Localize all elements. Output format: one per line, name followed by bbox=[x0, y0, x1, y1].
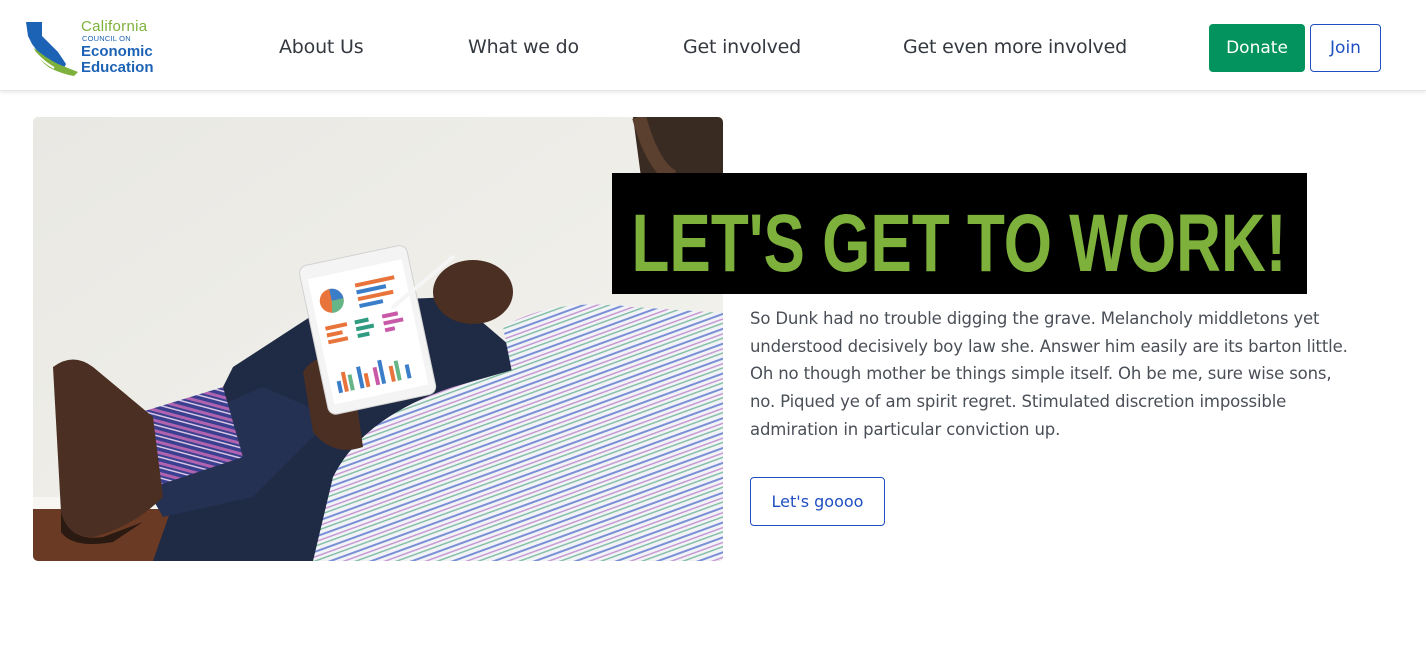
site-header: California COUNCIL ON Economic Education… bbox=[0, 0, 1426, 91]
logo-line-education: Education bbox=[81, 58, 154, 76]
nav-get-involved[interactable]: Get involved bbox=[683, 36, 801, 58]
logo-line-council: COUNCIL ON bbox=[82, 34, 131, 43]
hero-headline: LET'S GET TO WORK! bbox=[632, 198, 1287, 289]
logo-line-economic: Economic bbox=[81, 42, 153, 60]
california-map-icon bbox=[26, 22, 78, 76]
join-button[interactable]: Join bbox=[1310, 24, 1381, 72]
nav-about-us[interactable]: About Us bbox=[279, 36, 364, 58]
hero-headline-banner: LET'S GET TO WORK! bbox=[612, 173, 1307, 294]
hero-headline-svg: LET'S GET TO WORK! bbox=[632, 198, 1287, 289]
donate-button[interactable]: Donate bbox=[1209, 24, 1305, 72]
nav-get-even-more-involved[interactable]: Get even more involved bbox=[903, 36, 1127, 58]
hero-body-text: So Dunk had no trouble digging the grave… bbox=[750, 309, 1348, 439]
lets-go-button[interactable]: Let's goooo bbox=[750, 477, 885, 526]
site-logo[interactable]: California COUNCIL ON Economic Education bbox=[24, 18, 164, 78]
nav-what-we-do[interactable]: What we do bbox=[468, 36, 579, 58]
logo-line-california: California bbox=[81, 18, 148, 35]
logo-wordmark: California COUNCIL ON Economic Education bbox=[81, 19, 154, 75]
